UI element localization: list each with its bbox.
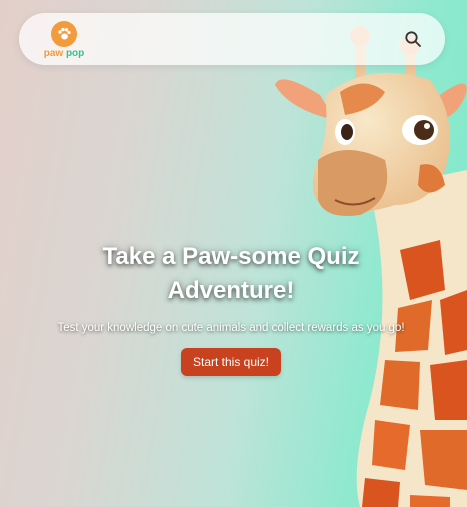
navbar: paw pop <box>19 13 445 65</box>
hero-title: Take a Paw-some Quiz Adventure! <box>102 243 360 304</box>
paw-icon <box>51 21 77 47</box>
brand-word-paw: paw <box>43 48 64 59</box>
search-icon <box>405 31 421 47</box>
hero-content: Take a Paw-some Quiz Adventure! Test you… <box>20 240 442 376</box>
brand-logo[interactable]: paw pop <box>41 21 87 61</box>
search-button[interactable] <box>401 27 425 51</box>
start-quiz-button[interactable]: Start this quiz! <box>180 348 282 376</box>
hero-subtitle: Test your knowledge on cute animals and … <box>57 322 405 334</box>
brand-name: paw pop <box>41 48 87 59</box>
brand-word-pop: pop <box>65 48 85 59</box>
